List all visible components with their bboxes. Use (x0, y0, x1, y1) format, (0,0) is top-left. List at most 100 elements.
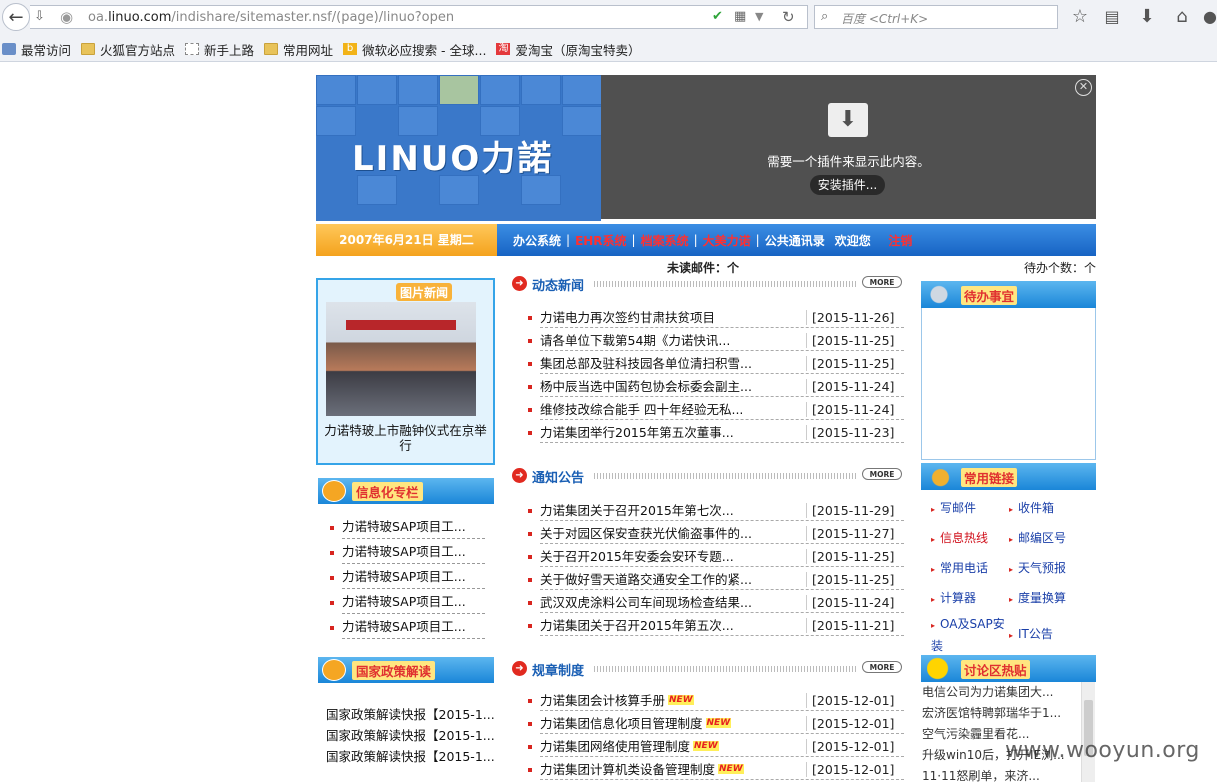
home-icon[interactable]: ⌂ (1170, 4, 1194, 28)
folder-icon (264, 43, 278, 55)
computer-icon (322, 480, 346, 502)
link-phone-list[interactable]: 常用电话 (931, 559, 988, 576)
list-item[interactable]: 电信公司为力诺集团大... (921, 682, 1079, 703)
table-row[interactable]: 力诺集团信息化项目管理制度NEW[2015-12-01] (524, 712, 904, 735)
nav-menu: 办公系统| EHR系统| 档案系统| 大美力诺| 公共通讯录 欢迎您 注销 (497, 224, 1096, 256)
url-text[interactable]: oa.linuo.com/indishare/sitemaster.nsf/(p… (88, 10, 454, 25)
satellite-icon (927, 283, 957, 306)
table-row[interactable]: 请各单位下载第54期《力诺快讯...[2015-11-25] (524, 329, 904, 352)
table-row[interactable]: 关于召开2015年安委会安环专题...[2015-11-25] (524, 545, 904, 568)
table-row[interactable]: 集团总部及驻科技园各单位清扫积雪...[2015-11-25] (524, 352, 904, 375)
main-nav: 2007年6月21日 星期二 办公系统| EHR系统| 档案系统| 大美力诺| … (316, 224, 1096, 256)
bookmark-bing[interactable]: b微软必应搜索 - 全球... (343, 40, 486, 59)
plugin-download-icon: ⬇ (828, 103, 868, 137)
table-row[interactable]: 力诺电力再次签约甘肃扶贫项目[2015-11-26] (524, 306, 904, 329)
table-row[interactable]: 力诺集团举行2015年第五次董事...[2015-11-23] (524, 421, 904, 444)
search-input[interactable]: ⌕ 百度 <Ctrl+K> (814, 5, 1058, 29)
bookmark-star-icon[interactable]: ☆ (1068, 4, 1092, 28)
url-bar[interactable]: ⇩ ◉ oa.linuo.com/indishare/sitemaster.ns… (30, 5, 808, 29)
link-oa-sap-install[interactable]: OA及SAP安装 (931, 614, 1009, 656)
news-more-button[interactable]: MORE (862, 276, 902, 288)
list-item[interactable]: 力诺特玻SAP项目工... (316, 540, 495, 565)
link-compose-mail[interactable]: 写邮件 (931, 499, 976, 516)
smiley-icon (927, 657, 957, 680)
table-row[interactable]: 关于对园区保安查获光伏偷盗事件的...[2015-11-27] (524, 522, 904, 545)
new-badge: NEW (706, 718, 732, 728)
new-badge: NEW (668, 695, 694, 705)
notice-section-header: ➜ 通知公告 MORE (512, 466, 904, 486)
link-inbox[interactable]: 收件箱 (1009, 499, 1054, 516)
notice-more-button[interactable]: MORE (862, 468, 902, 480)
download-icon[interactable]: ⬇ (1135, 4, 1159, 28)
plugin-message: 需要一个插件来显示此内容。 (601, 151, 1096, 170)
table-row[interactable]: 维修技改综合能手 四十年经验无私...[2015-11-24] (524, 398, 904, 421)
bookmark-getting-started[interactable]: 新手上路 (185, 40, 254, 59)
close-icon[interactable]: ✕ (1075, 79, 1092, 96)
link-info-hotline[interactable]: 信息热线 (931, 529, 988, 546)
forum-header: 讨论区热贴 (921, 655, 1096, 682)
download-page-icon[interactable]: ⇩ (34, 9, 45, 24)
link-postal-codes[interactable]: 邮编区号 (1009, 529, 1066, 546)
library-icon[interactable]: ▤ (1100, 4, 1124, 28)
folder-icon (81, 43, 95, 55)
bookmark-aitaobao[interactable]: 淘爱淘宝（原淘宝特卖） (496, 40, 640, 59)
policy-list: 国家政策解读快报【2015-1... 国家政策解读快报【2015-1... 国家… (326, 704, 496, 767)
qr-code-icon[interactable]: ▦ (734, 9, 746, 24)
policy-title: 国家政策解读 (352, 661, 435, 680)
forum-hot-posts: 电信公司为力诺集团大... 宏济医馆特聘郭瑞华于1... 空气污染霾里看花...… (921, 682, 1096, 782)
nav-public-directory[interactable]: 公共通讯录 (765, 232, 825, 249)
link-calculator[interactable]: 计算器 (931, 589, 976, 606)
picture-news-caption[interactable]: 力诺特玻上市融钟仪式在京举行 (322, 423, 489, 453)
list-item[interactable]: 国家政策解读快报【2015-1... (326, 725, 496, 746)
table-row[interactable]: 力诺集团会计核算手册NEW[2015-12-01] (524, 689, 904, 712)
list-item[interactable]: 力诺特玻SAP项目工... (316, 565, 495, 590)
table-row[interactable]: 力诺集团关于召开2015年第七次...[2015-11-29] (524, 499, 904, 522)
list-item[interactable]: 宏济医馆特聘郭瑞华于1... (921, 703, 1079, 724)
bookmark-most-visited[interactable]: 最常访问 (2, 40, 71, 59)
globe-icon: ◉ (60, 8, 73, 26)
forum-title: 讨论区热贴 (961, 660, 1030, 679)
list-item[interactable]: 力诺特玻SAP项目工... (316, 590, 495, 615)
table-row[interactable]: 关于做好雪天道路交通安全工作的紧...[2015-11-25] (524, 568, 904, 591)
red-arrow-icon: ➜ (512, 661, 527, 676)
bookmark-firefox-site[interactable]: 火狐官方站点 (81, 40, 175, 59)
nav-ehr-system[interactable]: EHR系统 (575, 232, 626, 249)
news-section-title: 动态新闻 (532, 275, 584, 294)
table-row[interactable]: 杨中辰当选中国药包协会标委会副主...[2015-11-24] (524, 375, 904, 398)
link-unit-conversion[interactable]: 度量换算 (1009, 589, 1066, 606)
nav-office-system[interactable]: 办公系统 (513, 232, 561, 249)
search-icon: ⌕ (821, 9, 828, 24)
table-row[interactable]: 力诺集团网络使用管理制度NEW[2015-12-01] (524, 735, 904, 758)
todo-count[interactable]: 待办个数：个 (1024, 259, 1096, 276)
table-row[interactable]: 力诺集团计算机类设备管理制度NEW[2015-12-01] (524, 758, 904, 781)
back-button[interactable]: ← (2, 3, 30, 31)
nav-archive-system[interactable]: 档案系统 (641, 232, 689, 249)
bookmark-common-sites[interactable]: 常用网址 (264, 40, 333, 59)
nav-damei-linuo[interactable]: 大美力诺 (703, 232, 751, 249)
nav-logout[interactable]: 注销 (888, 232, 912, 249)
list-item[interactable]: 国家政策解读快报【2015-1... (326, 704, 496, 725)
news-photo[interactable] (326, 302, 476, 416)
dropdown-arrow-icon[interactable]: ▼ (755, 10, 763, 23)
list-item[interactable]: 力诺特玻SAP项目工... (316, 515, 495, 540)
news-section-header: ➜ 动态新闻 MORE (512, 274, 904, 294)
notice-list: 力诺集团关于召开2015年第七次...[2015-11-29] 关于对园区保安查… (524, 499, 904, 637)
chat-icon[interactable]: ● (1203, 4, 1217, 28)
taobao-icon: 淘 (496, 43, 510, 55)
rules-more-button[interactable]: MORE (862, 661, 902, 673)
policy-header: 国家政策解读 (318, 657, 494, 683)
link-it-notice[interactable]: IT公告 (1009, 625, 1053, 642)
reload-icon[interactable]: ↻ (782, 8, 795, 26)
list-item[interactable]: 力诺特玻SAP项目工... (316, 615, 495, 640)
install-plugin-button[interactable]: 安装插件... (810, 175, 885, 195)
search-placeholder: 百度 <Ctrl+K> (841, 10, 928, 27)
shield-check-icon[interactable]: ✔ (712, 9, 723, 24)
todo-title: 待办事宜 (961, 286, 1017, 305)
rules-section-title: 规章制度 (532, 660, 584, 679)
forum-scrollbar[interactable] (1081, 682, 1095, 782)
table-row[interactable]: 武汉双虎涂料公司车间现场检查结果...[2015-11-24] (524, 591, 904, 614)
table-row[interactable]: 力诺集团关于召开2015年第五次...[2015-11-21] (524, 614, 904, 637)
list-item[interactable]: 国家政策解读快报【2015-1... (326, 746, 496, 767)
rules-section-header: ➜ 规章制度 MORE (512, 659, 904, 679)
link-weather[interactable]: 天气预报 (1009, 559, 1066, 576)
